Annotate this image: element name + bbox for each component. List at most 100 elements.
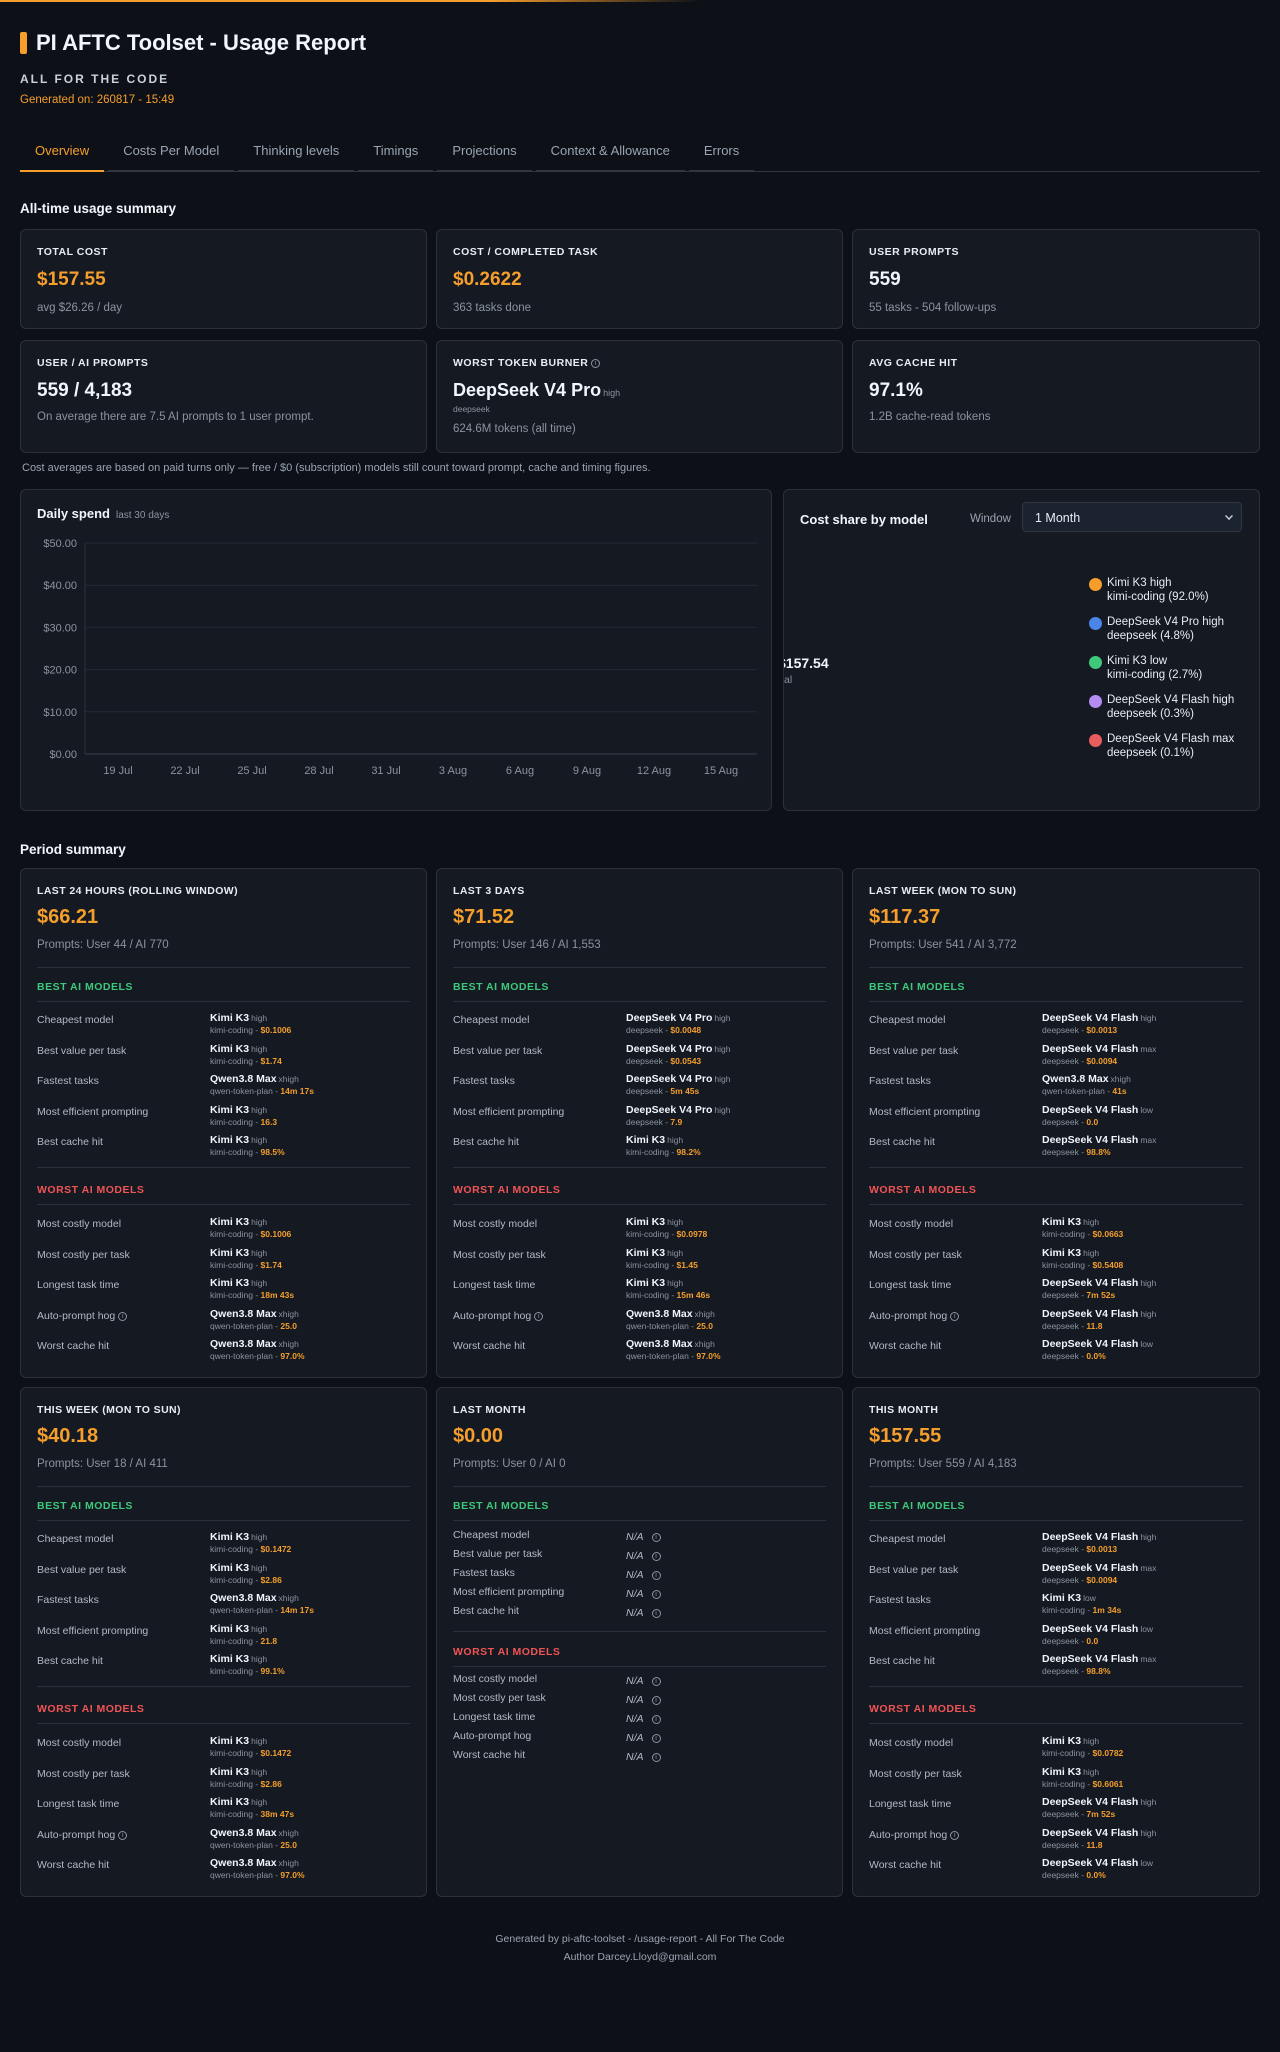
metric-label: Most costly per task [453,1248,546,1261]
legend-item: Kimi K3 high kimi-coding (92.0%) [1089,576,1234,615]
divider [37,1167,410,1168]
metric-label-wrap: Longest task time [869,1798,951,1810]
divider [37,1001,410,1002]
info-icon[interactable]: i [950,1830,960,1840]
metric-number: 0.0 [1086,1116,1099,1127]
tab-projections[interactable]: Projections [437,137,532,172]
model-level: xhigh [278,1308,299,1319]
user-ai-prompts-card: USER / AI PROMPTS 559 / 4,183 On average… [20,340,427,453]
tab-overview[interactable]: Overview [20,137,105,172]
metric-label: Cheapest model [37,1533,114,1545]
metric-label: Most costly per task [37,1767,130,1780]
model-provider: kimi-coding - [210,1025,261,1035]
metric-label-wrap: Most efficient prompting [37,1106,148,1118]
chevron-down-icon [1225,512,1233,520]
top-accent-line [0,0,700,2]
model-name: DeepSeek V4 Flash [1042,1042,1139,1055]
metric-label-wrap: Most costly per task [453,1249,546,1261]
model-level: xhigh [1110,1074,1131,1084]
metric-label-wrap: Cheapest model [37,1014,113,1026]
daily-spend-chart: $0.00 $10.00 $20.00 $30.00 $40.00 $50.00 19 Ju… [43,538,757,777]
period-prompts: Prompts: User 18 / AI 411 [37,1458,168,1470]
info-icon[interactable]: i [118,1311,128,1321]
user-prompts-value: 559 [869,269,901,290]
metric-value: Kimi K3 high kimi-coding - $0.0663 [1042,1214,1123,1239]
best-models-heading: BEST AI MODELS [37,1500,133,1512]
metric-number: 18m 43s [260,1290,295,1300]
user-prompts-label: USER PROMPTS [869,246,960,258]
metric-value: N/A i [626,1567,661,1581]
period-card: THIS MONTH $157.55 Prompts: User 559 / AI … [852,1387,1260,1897]
metric-value: Kimi K3 high kimi-coding - $1.74 [210,1041,282,1066]
x-tick-label: 19 Jul [103,765,132,777]
metric-value: DeepSeek V4 Flash high deepseek - 11.8 [1042,1306,1156,1331]
model-provider: kimi-coding - [210,1666,261,1676]
period-prompts: Prompts: User 559 / AI 4,183 [869,1458,1017,1470]
model-name: Kimi K3 [210,1216,250,1228]
model-level: high [667,1247,684,1258]
metric-value: Qwen3.8 Max xhigh qwen-token-plan - 25.0 [626,1306,715,1331]
model-level: xhigh [694,1339,715,1349]
metric-number: 21.8 [260,1635,278,1646]
info-icon[interactable]: i [651,1533,661,1542]
info-icon[interactable]: i [651,1715,661,1724]
metric-value: Kimi K3 high kimi-coding - 16.3 [210,1102,277,1127]
divider [453,967,826,968]
info-icon[interactable]: i [591,359,601,368]
info-icon[interactable]: i [118,1830,128,1840]
model-name: Kimi K3 [210,1134,250,1146]
model-level: high [714,1104,731,1115]
info-icon[interactable]: i [651,1590,661,1599]
metric-label: Most efficient prompting [37,1624,149,1637]
info-icon[interactable]: i [651,1609,661,1618]
metric-label: Fastest tasks [453,1567,515,1579]
y-tick-label: $40.00 [43,580,77,592]
tab-bar: Overview Costs Per Model Thinking levels… [20,137,1260,172]
info-icon[interactable]: i [651,1552,661,1561]
model-name: Qwen3.8 Max [210,1307,277,1320]
metric-value: Qwen3.8 Max xhigh qwen-token-plan - 41s [1042,1071,1131,1096]
period-cost: $157.55 [869,1425,942,1447]
tab-context-allowance[interactable]: Context & Allowance [535,137,685,172]
model-level: high [251,1043,268,1054]
title-accent-bar [20,32,27,54]
metric-label-wrap: Best value per task [869,1564,958,1576]
info-icon[interactable]: i [950,1311,960,1321]
info-icon[interactable]: i [651,1571,661,1580]
cache-hit-card: AVG CACHE HIT 97.1% 1.2B cache-read toke… [852,340,1260,453]
model-provider: kimi-coding - [1042,1748,1093,1758]
metric-number: 98.2% [676,1147,701,1157]
metric-label: Auto-prompt hog [453,1309,532,1322]
y-tick-label: $50.00 [43,538,77,550]
tab-thinking-levels[interactable]: Thinking levels [238,137,355,172]
metric-value: DeepSeek V4 Flash high deepseek - 11.8 [1042,1825,1156,1850]
info-icon[interactable]: i [534,1311,544,1321]
model-level: high [1083,1766,1100,1777]
model-name: DeepSeek V4 Flash [1042,1134,1139,1146]
window-select[interactable]: 1 Month [1022,502,1242,532]
divider [869,1723,1243,1724]
tab-timings[interactable]: Timings [358,137,434,172]
metric-label: Fastest tasks [37,1594,99,1606]
info-icon[interactable]: i [651,1696,661,1705]
model-name: Kimi K3 [1042,1765,1082,1778]
model-name: Kimi K3 [210,1246,250,1259]
model-level: high [251,1797,268,1807]
metric-label: Cheapest model [869,1533,946,1545]
model-provider: deepseek - [626,1055,671,1066]
period-cost: $66.21 [37,906,99,928]
model-name: DeepSeek V4 Flash [1042,1857,1139,1869]
info-icon[interactable]: i [651,1753,661,1762]
model-provider: deepseek - [626,1086,671,1096]
metric-label: Best value per task [37,1563,127,1576]
tab-costs-per-model[interactable]: Costs Per Model [108,137,235,172]
model-level: xhigh [694,1308,715,1319]
info-icon[interactable]: i [651,1734,661,1743]
metric-number: $1.74 [260,1259,282,1270]
model-name: DeepSeek V4 Flash [1042,1012,1139,1024]
tab-errors[interactable]: Errors [688,137,755,172]
divider [869,967,1243,968]
info-icon[interactable]: i [651,1677,661,1686]
period-label: LAST 24 HOURS (ROLLING WINDOW) [37,885,238,897]
metric-label-wrap: Best value per task [37,1564,126,1576]
